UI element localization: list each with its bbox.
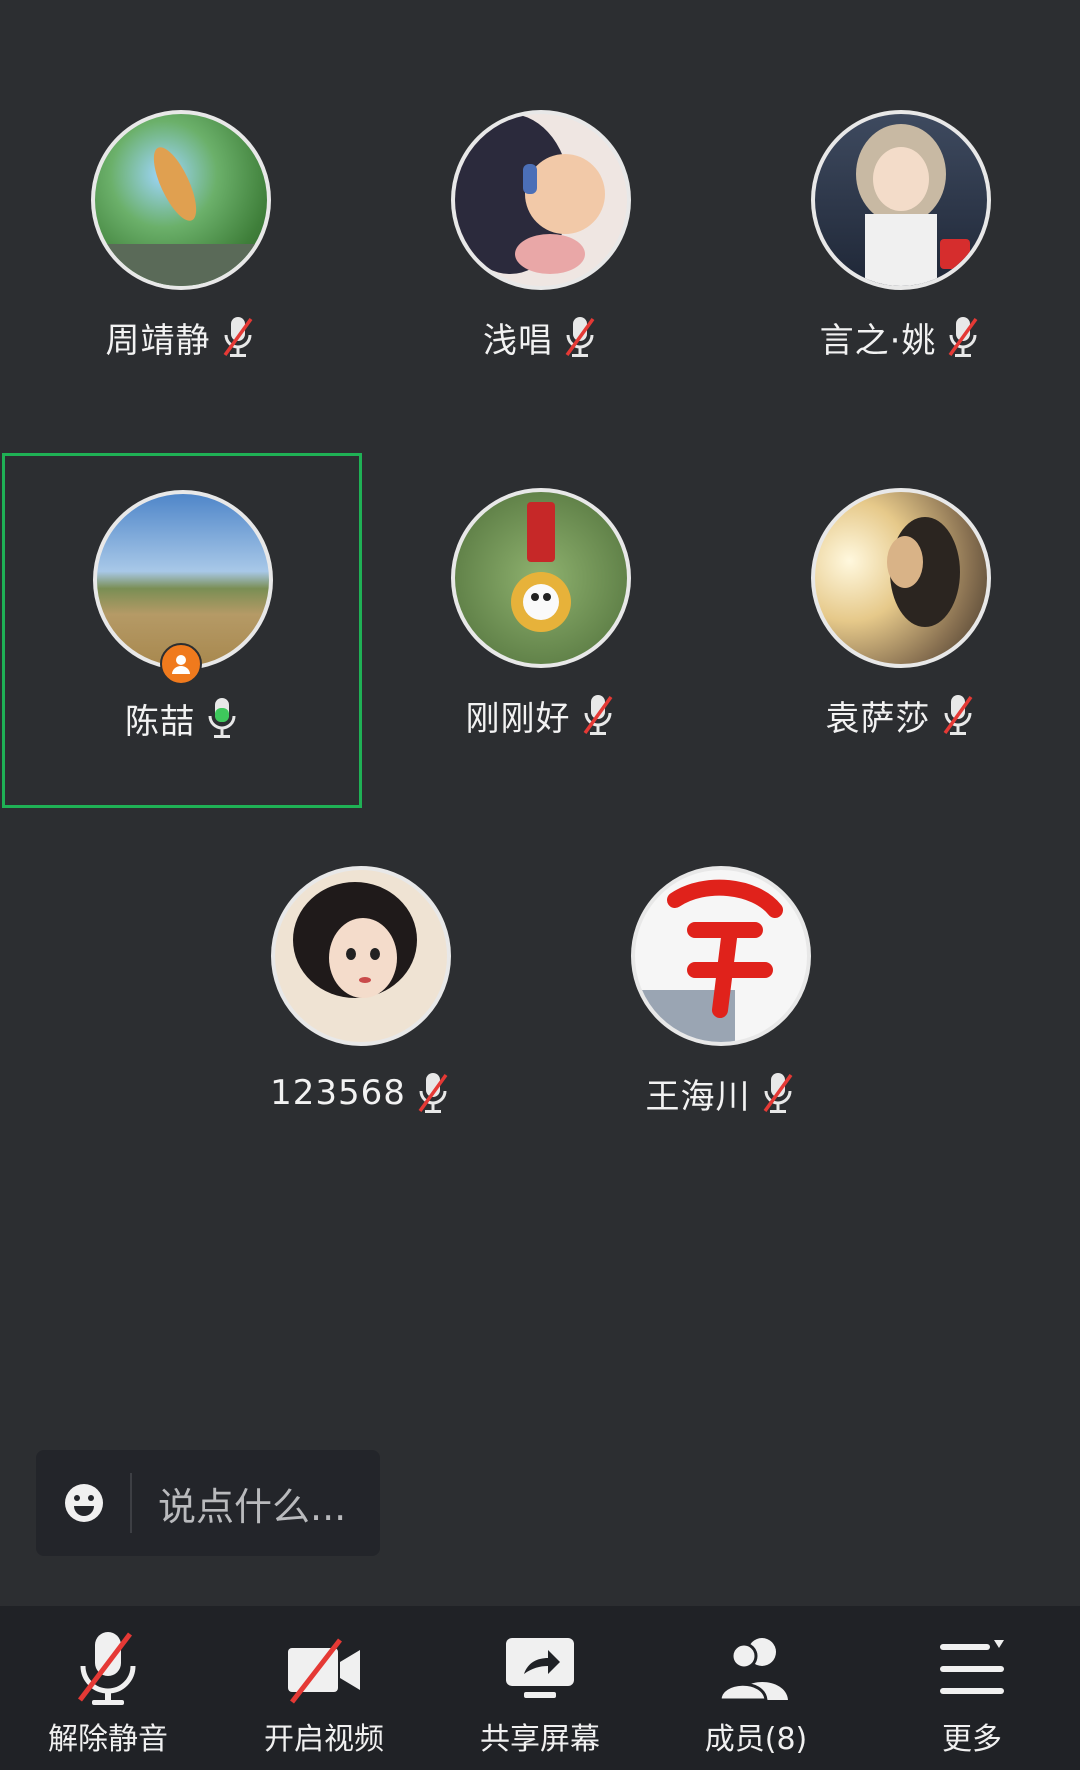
mic-muted-icon xyxy=(583,695,612,735)
avatar-image xyxy=(635,879,783,1042)
avatar xyxy=(631,866,811,1046)
avatar-image xyxy=(856,124,970,286)
avatar xyxy=(811,488,991,668)
more-label: 更多 xyxy=(942,1722,1002,1757)
participant-tile[interactable]: 123568 xyxy=(180,756,540,1113)
members-icon xyxy=(718,1638,788,1702)
mic-muted-icon xyxy=(223,317,252,357)
unmute-button[interactable]: 解除静音 xyxy=(0,1606,216,1770)
host-badge-icon xyxy=(160,643,202,685)
participant-name: 言之·姚 xyxy=(819,320,937,361)
participant-tile-active[interactable]: 陈喆 xyxy=(2,453,362,808)
mic-muted-icon xyxy=(565,317,595,357)
share-screen-label: 共享屏幕 xyxy=(480,1722,600,1757)
chat-placeholder: 说点什么... xyxy=(158,1484,347,1529)
members-button[interactable]: 成员(8) xyxy=(648,1606,864,1770)
participant-name: 陈喆 xyxy=(125,701,195,742)
participant-tile[interactable]: 王海川 xyxy=(540,756,900,1117)
avatar-image xyxy=(887,517,960,627)
more-button[interactable]: 更多 xyxy=(864,1606,1080,1770)
participant-tile[interactable]: 袁萨莎 xyxy=(720,378,1080,739)
emoji-icon[interactable] xyxy=(64,1483,104,1523)
share-screen-button[interactable]: 共享屏幕 xyxy=(432,1606,648,1770)
avatar xyxy=(91,110,271,290)
participant-tile[interactable]: 言之·姚 xyxy=(720,0,1080,361)
participant-tile[interactable]: 浅唱 xyxy=(360,0,720,361)
participant-name: 123568 xyxy=(270,1073,406,1113)
mic-muted-icon xyxy=(78,1632,136,1705)
avatar xyxy=(811,110,991,290)
start-video-label: 开启视频 xyxy=(264,1722,384,1757)
participant-name: 浅唱 xyxy=(483,320,553,361)
members-label: 成员(8) xyxy=(704,1722,808,1757)
mic-on-icon xyxy=(208,698,236,738)
avatar xyxy=(451,488,631,668)
participant-tile[interactable]: 周靖静 xyxy=(0,0,360,361)
share-screen-icon xyxy=(506,1638,574,1698)
chat-input[interactable]: 说点什么... xyxy=(36,1450,380,1556)
participant-name: 刚刚好 xyxy=(465,698,571,739)
participant-name: 王海川 xyxy=(645,1076,751,1117)
unmute-label: 解除静音 xyxy=(48,1722,168,1757)
video-off-icon xyxy=(288,1638,360,1704)
divider xyxy=(130,1473,132,1533)
mic-muted-icon xyxy=(418,1073,448,1113)
mic-muted-icon xyxy=(943,695,972,735)
avatar-image xyxy=(95,147,267,286)
mic-muted-icon xyxy=(763,1073,792,1113)
bottom-toolbar: 解除静音 开启视频 共享屏幕 成员(8) 更多 xyxy=(0,1606,1080,1770)
mic-muted-icon xyxy=(948,317,978,357)
start-video-button[interactable]: 开启视频 xyxy=(216,1606,432,1770)
participant-name: 袁萨莎 xyxy=(825,698,931,739)
avatar xyxy=(451,110,631,290)
more-menu-icon xyxy=(940,1640,1004,1694)
avatar xyxy=(271,866,451,1046)
participant-tile[interactable]: 刚刚好 xyxy=(360,378,720,739)
avatar-image xyxy=(455,114,605,274)
avatar-image xyxy=(511,502,571,632)
avatar-image xyxy=(293,882,417,998)
participant-name: 周靖静 xyxy=(105,320,211,361)
